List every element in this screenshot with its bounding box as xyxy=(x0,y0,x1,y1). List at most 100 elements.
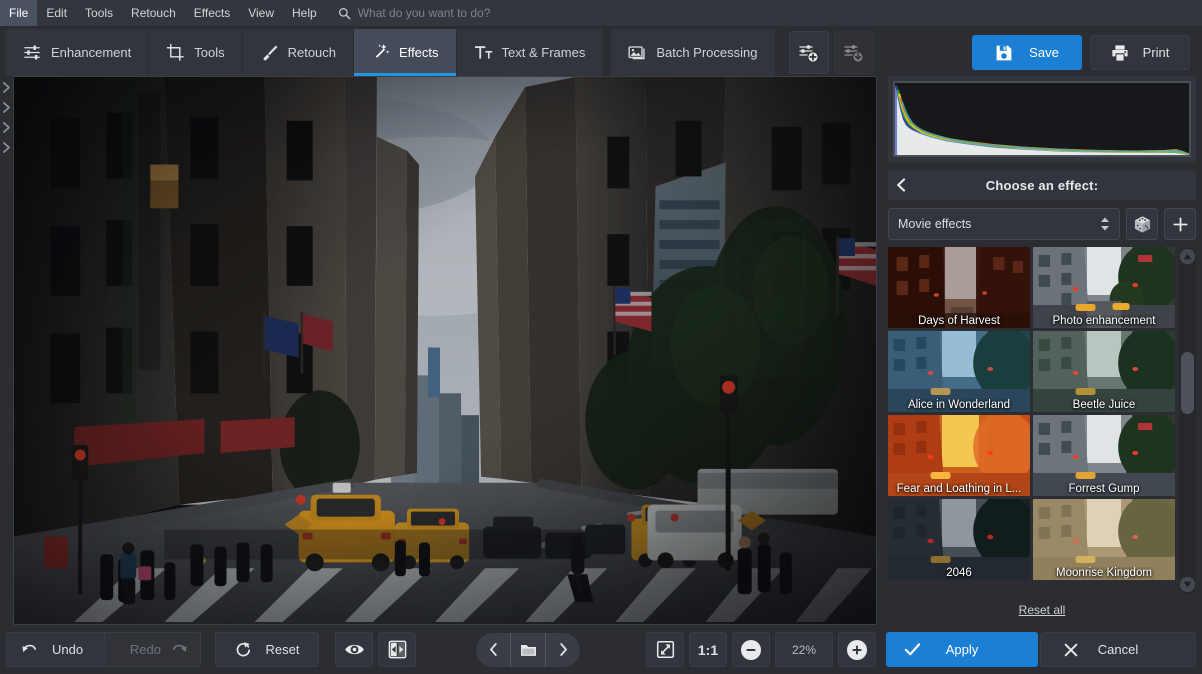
tab-batch-processing-label: Batch Processing xyxy=(656,45,758,60)
menu-view[interactable]: View xyxy=(239,0,283,26)
scroll-up-button[interactable] xyxy=(1180,249,1195,264)
chevron-left-icon xyxy=(489,643,497,656)
menu-effects[interactable]: Effects xyxy=(185,0,239,26)
effect-thumb-label: Alice in Wonderland xyxy=(907,399,1011,411)
sliders-icon xyxy=(24,45,40,60)
histogram-panel xyxy=(888,76,1196,162)
brush-icon xyxy=(263,45,278,61)
street-scene-image xyxy=(14,77,876,624)
cancel-button[interactable]: Cancel xyxy=(1040,632,1196,667)
print-button[interactable]: Print xyxy=(1090,35,1190,70)
chevron-left-icon[interactable] xyxy=(895,178,907,192)
zoom-one-to-one-button[interactable]: 1:1 xyxy=(689,632,727,667)
search-icon xyxy=(338,7,351,19)
reset-all-row: Reset all xyxy=(888,594,1196,625)
application-window: File Edit Tools Retouch Effects View Hel… xyxy=(0,0,1202,674)
effect-thumb-beetle-juice[interactable]: Beetle Juice xyxy=(1033,331,1175,412)
effect-thumb-photo-enhancement[interactable]: Photo enhancement xyxy=(1033,247,1175,328)
redo-label: Redo xyxy=(129,642,161,657)
preset-add-icon xyxy=(798,44,819,63)
effects-scrollbar[interactable] xyxy=(1179,247,1196,594)
apply-button[interactable]: Apply xyxy=(886,632,1038,667)
next-image-button[interactable] xyxy=(546,633,580,667)
reset-button[interactable]: Reset xyxy=(215,632,319,667)
menu-file[interactable]: File xyxy=(0,0,38,26)
compare-split-button[interactable] xyxy=(378,632,416,667)
reset-all-link[interactable]: Reset all xyxy=(1019,603,1066,617)
tab-retouch[interactable]: Retouch xyxy=(242,29,355,76)
menu-search-box[interactable]: What do you want to do? xyxy=(338,6,491,20)
redo-arrow-icon xyxy=(172,644,187,652)
preview-toggle-button[interactable] xyxy=(335,632,373,667)
random-effect-button[interactable] xyxy=(1126,208,1158,240)
tab-text-and-frames[interactable]: Text & Frames xyxy=(456,29,604,76)
magic-wand-icon xyxy=(375,43,390,58)
zoom-out-button[interactable] xyxy=(732,632,770,667)
menu-tools[interactable]: Tools xyxy=(76,0,122,26)
effect-thumb-alice-in-wonderland[interactable]: Alice in Wonderland xyxy=(888,331,1030,412)
zoom-level-value: 22% xyxy=(791,642,817,657)
scrollbar-thumb[interactable] xyxy=(1181,351,1194,414)
image-canvas[interactable] xyxy=(13,76,877,625)
effect-thumb-label: Moonrise Kingdom xyxy=(1056,567,1152,579)
undo-label: Undo xyxy=(52,642,84,657)
menu-help[interactable]: Help xyxy=(283,0,326,26)
load-preset-button[interactable] xyxy=(833,31,874,74)
tab-batch-processing[interactable]: Batch Processing xyxy=(611,29,775,76)
split-compare-icon xyxy=(388,640,406,659)
zoom-in-button[interactable] xyxy=(838,632,876,667)
save-preset-button[interactable] xyxy=(788,31,829,74)
tab-effects[interactable]: Effects xyxy=(354,29,457,76)
effect-thumb-forrest-gump[interactable]: Forrest Gump xyxy=(1033,415,1175,496)
chevron-right-icon[interactable] xyxy=(2,102,11,113)
save-button[interactable]: Save xyxy=(972,35,1082,70)
zoom-controls: 1:1 22% xyxy=(646,632,876,667)
redo-button[interactable]: Redo xyxy=(106,632,201,667)
zoom-level-display[interactable]: 22% xyxy=(775,632,833,667)
add-effect-button[interactable] xyxy=(1164,208,1196,240)
chevron-right-icon[interactable] xyxy=(2,82,11,93)
effect-category-select[interactable]: Movie effects xyxy=(888,208,1120,240)
fit-to-screen-button[interactable] xyxy=(646,632,684,667)
undo-redo-group: Undo Redo xyxy=(6,632,201,667)
menu-edit[interactable]: Edit xyxy=(37,0,76,26)
crop-icon xyxy=(166,43,185,61)
effects-panel-title: Choose an effect: xyxy=(985,177,1099,193)
floppy-disk-icon xyxy=(996,45,1012,60)
effect-thumb-days-of-harvest[interactable]: Days of Harvest xyxy=(888,247,1030,328)
dice-icon xyxy=(1134,215,1150,233)
scrollbar-track[interactable] xyxy=(1179,264,1196,577)
close-x-icon xyxy=(1064,643,1078,656)
undo-button[interactable]: Undo xyxy=(6,632,106,667)
open-folder-button[interactable] xyxy=(511,633,545,667)
preset-button-group xyxy=(788,29,874,76)
cancel-label: Cancel xyxy=(1097,642,1139,657)
chevron-right-icon xyxy=(559,643,567,656)
tab-tools-label: Tools xyxy=(194,45,225,60)
main-toolbar: Enhancement Tools Retouch Effects Text &… xyxy=(0,26,1202,76)
menu-search-placeholder: What do you want to do? xyxy=(357,6,491,20)
toolbar-separator xyxy=(603,29,611,76)
effect-thumb-moonrise-kingdom[interactable]: Moonrise Kingdom xyxy=(1033,499,1175,580)
zoom-1-1-label: 1:1 xyxy=(697,641,719,658)
save-button-label: Save xyxy=(1029,45,1059,60)
menu-bar: File Edit Tools Retouch Effects View Hel… xyxy=(0,0,1202,26)
tab-enhancement[interactable]: Enhancement xyxy=(6,29,150,76)
edited-photo xyxy=(14,77,876,624)
menu-retouch[interactable]: Retouch xyxy=(122,0,185,26)
reset-label: Reset xyxy=(265,642,300,657)
images-icon xyxy=(628,46,645,60)
chevron-right-icon[interactable] xyxy=(2,142,11,153)
print-button-label: Print xyxy=(1142,45,1170,60)
effect-thumb-2046[interactable]: 2046 xyxy=(888,499,1030,580)
scroll-down-button[interactable] xyxy=(1180,577,1195,592)
effect-thumb-label: Beetle Juice xyxy=(1072,399,1136,411)
effect-thumb-label: 2046 xyxy=(946,567,972,579)
previous-image-button[interactable] xyxy=(476,633,510,667)
tab-tools[interactable]: Tools xyxy=(149,29,243,76)
plus-icon xyxy=(1172,216,1188,232)
effect-thumb-fear-and-loathing[interactable]: Fear and Loathing in L... xyxy=(888,415,1030,496)
right-panel: Choose an effect: Movie effects Days of … xyxy=(884,76,1202,625)
left-rail xyxy=(0,76,13,625)
chevron-right-icon[interactable] xyxy=(2,122,11,133)
